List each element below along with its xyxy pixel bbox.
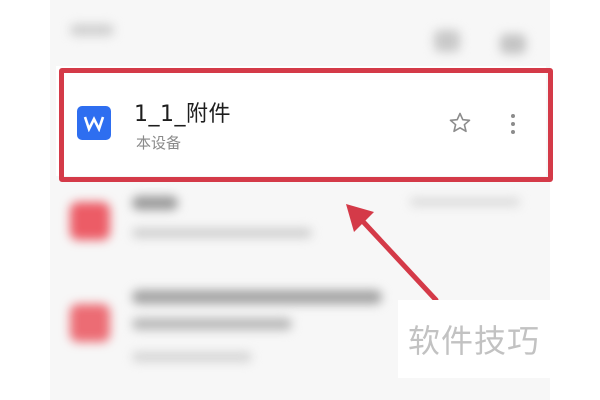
watermark-text: 软件技巧 (407, 322, 540, 360)
watermark: 软件技巧 (398, 300, 550, 378)
